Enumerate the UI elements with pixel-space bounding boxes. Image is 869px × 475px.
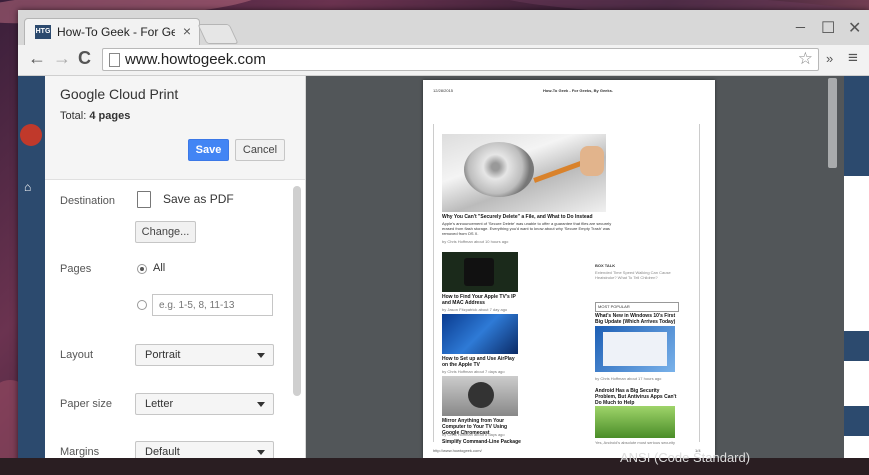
preview-most-popular-box: MOST POPULAR bbox=[595, 302, 679, 312]
preview-main-title: Why You Can't "Securely Delete" a File, … bbox=[442, 214, 593, 220]
airplay-image bbox=[442, 314, 518, 354]
preview-sidebar-snippet: Extended Time Speed Walking Can Cause He… bbox=[595, 270, 671, 280]
preview-article-meta: by Jason Fitzpatrick about 7 day ago bbox=[442, 307, 508, 312]
site-right-edge bbox=[844, 76, 869, 468]
chrome-menu-icon[interactable]: ≡ bbox=[848, 48, 858, 68]
site-logo-fragment bbox=[20, 124, 42, 146]
chevron-down-icon bbox=[257, 402, 265, 407]
browser-toolbar: ← → C www.howtogeek.com ☆ » ≡ bbox=[18, 45, 869, 76]
tab-close-icon[interactable]: × bbox=[183, 23, 191, 39]
preview-article-meta: by Chris Hoffman about 8 days ago bbox=[442, 432, 505, 437]
extensions-overflow-icon[interactable]: » bbox=[826, 51, 833, 66]
windows-screen bbox=[603, 332, 667, 366]
preview-page: 12/28/2015 How-To Geek - For Geeks, By G… bbox=[423, 80, 715, 458]
paper-size-label: Paper size bbox=[60, 398, 112, 410]
preview-sidebar-article-meta: Yes, Android's absolute most serious sec… bbox=[595, 440, 675, 445]
site-left-edge: ⌂ bbox=[18, 76, 45, 468]
total-label: Total: bbox=[60, 110, 87, 122]
page-content: ⌂ Google Cloud Print Total: 4 pages Save… bbox=[18, 76, 869, 468]
site-nav-band bbox=[844, 406, 869, 436]
preview-article-title: How to Set up and Use AirPlay on the App… bbox=[442, 356, 515, 368]
preview-header-date: 12/28/2015 bbox=[433, 88, 454, 93]
preview-main-body: Apple's announcement of 'Secure Delete' … bbox=[442, 221, 612, 236]
preview-sidebar-article-meta: by Chris Hoffman about 17 hours ago bbox=[595, 376, 662, 381]
print-dialog: Google Cloud Print Total: 4 pages Save C… bbox=[45, 76, 306, 463]
destination-label: Destination bbox=[60, 195, 116, 207]
destination-value: Save as PDF bbox=[163, 192, 234, 206]
chevron-down-icon bbox=[257, 450, 265, 455]
close-window-button[interactable]: ✕ bbox=[848, 18, 861, 38]
back-arrow-icon[interactable]: ← bbox=[28, 48, 46, 69]
background-page-text: ANSI (Code Standard) bbox=[620, 450, 751, 465]
minimize-button[interactable]: _ bbox=[796, 12, 805, 30]
apple-tv-box bbox=[464, 258, 494, 286]
apple-tv-image bbox=[442, 252, 518, 292]
preview-article-meta: by Chris Hoffman about 7 days ago bbox=[442, 369, 505, 374]
forward-arrow-icon[interactable]: → bbox=[53, 48, 71, 69]
home-icon: ⌂ bbox=[24, 180, 32, 194]
total-pages: Total: 4 pages bbox=[60, 110, 130, 122]
print-dialog-title: Google Cloud Print bbox=[60, 86, 179, 102]
pdf-file-icon bbox=[137, 191, 151, 208]
chromecast-puck bbox=[468, 382, 494, 408]
pages-custom-radio[interactable] bbox=[137, 300, 147, 310]
site-nav-band bbox=[844, 76, 869, 176]
maximize-button[interactable]: ☐ bbox=[821, 18, 835, 38]
pages-label: Pages bbox=[60, 263, 92, 275]
chevron-down-icon bbox=[257, 353, 265, 358]
paper-size-value: Letter bbox=[145, 398, 174, 410]
tab-strip: HTG How-To Geek - For Geeks, I × _ ☐ ✕ bbox=[18, 10, 869, 45]
page-icon bbox=[109, 53, 120, 67]
print-preview-area: 12/28/2015 How-To Geek - For Geeks, By G… bbox=[306, 76, 844, 468]
preview-sidebar-article-title: What's New in Windows 10's First Big Upd… bbox=[595, 313, 676, 325]
preview-footer-url: http://www.howtogeek.com/ bbox=[433, 448, 482, 453]
chromecast-image bbox=[442, 376, 518, 416]
save-button[interactable]: Save bbox=[188, 139, 229, 161]
new-tab-button[interactable] bbox=[197, 24, 239, 44]
site-nav-band bbox=[844, 331, 869, 361]
bookmark-star-icon[interactable]: ☆ bbox=[798, 49, 813, 69]
margins-value: Default bbox=[145, 446, 180, 458]
layout-value: Portrait bbox=[145, 349, 181, 361]
change-destination-button[interactable]: Change... bbox=[135, 221, 196, 243]
htg-favicon-icon: HTG bbox=[35, 25, 51, 39]
tab-title: How-To Geek - For Geeks, I bbox=[57, 25, 175, 39]
browser-window: HTG How-To Geek - For Geeks, I × _ ☐ ✕ ←… bbox=[18, 10, 869, 468]
browser-tab[interactable]: HTG How-To Geek - For Geeks, I × bbox=[24, 18, 200, 45]
preview-scrollbar[interactable] bbox=[828, 78, 837, 168]
preview-sidebar-article-title: Android Has a Big Security Problem, But … bbox=[595, 388, 677, 406]
layout-label: Layout bbox=[60, 349, 94, 361]
paper-size-select[interactable]: Letter bbox=[135, 393, 274, 415]
address-bar[interactable]: www.howtogeek.com ☆ bbox=[102, 48, 819, 71]
disk-shape bbox=[464, 142, 534, 197]
preview-article-title: How to Find Your Apple TV's IP and MAC A… bbox=[442, 294, 516, 306]
preview-sidebar-heading: BOX TALK bbox=[595, 263, 616, 268]
pages-all-radio[interactable] bbox=[137, 264, 147, 274]
dialog-scrollbar[interactable] bbox=[293, 186, 301, 396]
layout-select[interactable]: Portrait bbox=[135, 344, 274, 366]
android-security-image bbox=[595, 406, 675, 438]
hand-shape bbox=[580, 146, 604, 176]
print-dialog-header: Google Cloud Print Total: 4 pages Save C… bbox=[45, 76, 305, 180]
margins-label: Margins bbox=[60, 446, 100, 458]
preview-box-title: MOST POPULAR bbox=[598, 304, 630, 309]
url-text: www.howtogeek.com bbox=[125, 51, 266, 68]
windows-10-image bbox=[595, 326, 675, 372]
pages-all-label: All bbox=[153, 262, 166, 274]
cancel-button[interactable]: Cancel bbox=[235, 139, 285, 161]
preview-main-meta: by Chris Hoffman about 10 hours ago bbox=[442, 239, 509, 244]
total-value: 4 pages bbox=[89, 110, 131, 122]
preview-article-title: Simplify Command-Line Package bbox=[442, 439, 521, 445]
preview-header-title: How-To Geek - For Geeks, By Geeks. bbox=[543, 88, 613, 93]
hard-drive-image bbox=[442, 134, 606, 212]
pages-range-input[interactable] bbox=[152, 294, 273, 316]
reload-icon[interactable]: C bbox=[78, 48, 91, 69]
